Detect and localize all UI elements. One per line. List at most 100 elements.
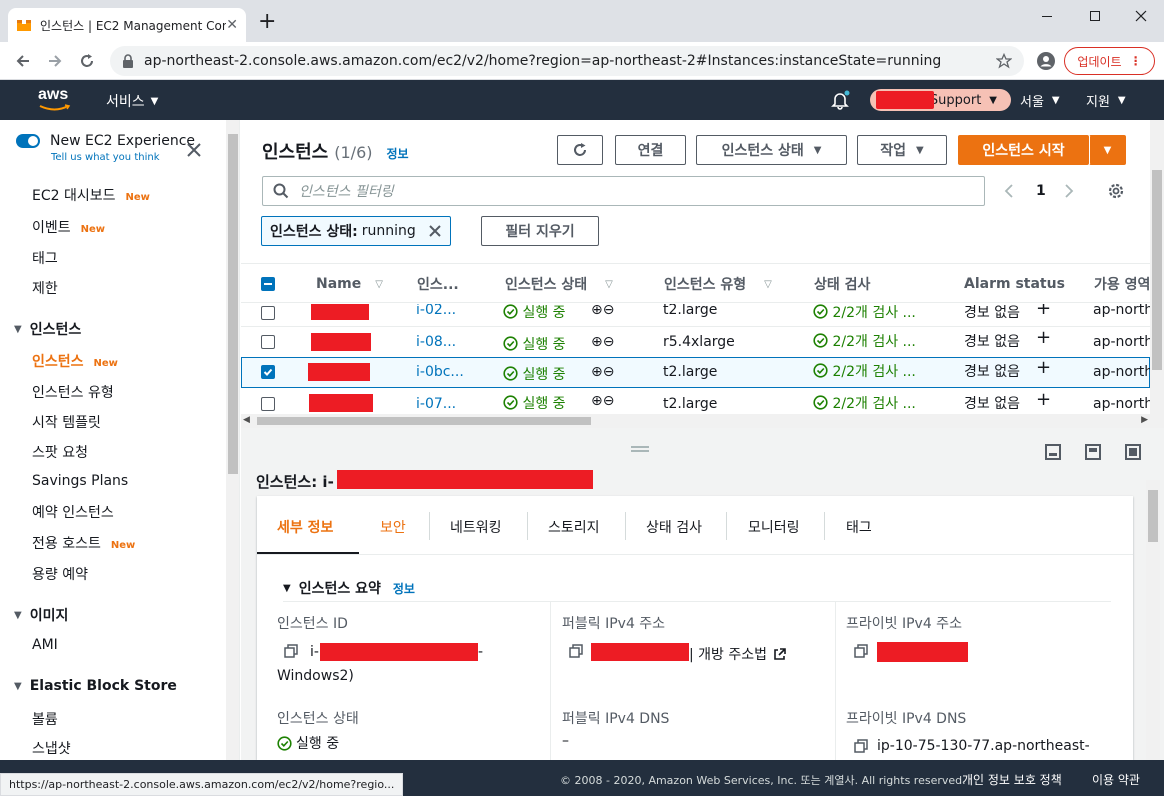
tab-details[interactable]: 세부 정보	[277, 517, 333, 537]
services-menu[interactable]: 서비스 ▼	[106, 91, 158, 111]
refresh-button[interactable]	[557, 135, 603, 165]
forward-button[interactable]	[46, 52, 64, 70]
instance-id-link[interactable]: i-0bc...	[416, 364, 464, 380]
panel-side-icon[interactable]	[1085, 444, 1101, 460]
next-page-icon[interactable]	[1064, 184, 1074, 198]
close-sidebar-icon[interactable]	[186, 142, 202, 158]
reload-button[interactable]	[78, 52, 96, 70]
add-alarm-icon[interactable]: +	[1036, 357, 1051, 378]
minimize-button[interactable]	[1032, 6, 1062, 26]
tab-close-icon[interactable]: ✕	[226, 17, 238, 33]
sidebar-group-images[interactable]: ▼ 이미지	[14, 605, 68, 625]
column-status-check[interactable]: 상태 검사	[814, 264, 870, 304]
status-check-cell[interactable]: 2/2개 검사 ...	[813, 361, 916, 381]
table-row[interactable]: i-07... 실행 중 ⊕⊖ t2.large 2/2개 검사 ... 경보 …	[241, 389, 1150, 414]
support-menu[interactable]: Support ▼	[870, 89, 1011, 111]
instance-id-link[interactable]: i-07...	[416, 396, 456, 412]
info-link[interactable]: 정보	[386, 145, 408, 162]
browser-tab[interactable]: 인스턴스 | EC2 Management Con ✕	[8, 8, 246, 42]
add-alarm-icon[interactable]: +	[1036, 327, 1051, 348]
sidebar-item-ami[interactable]: AMI	[32, 637, 58, 653]
help-menu[interactable]: 지원 ▼	[1086, 91, 1126, 110]
zoom-in-icon[interactable]: ⊕	[591, 304, 603, 318]
filter-input[interactable]: 인스턴스 필터링	[262, 176, 985, 206]
panel-full-icon[interactable]	[1125, 444, 1141, 460]
summary-section-header[interactable]: ▼ 인스턴스 요약 정보	[283, 578, 415, 598]
url-text[interactable]: ap-northeast-2.console.aws.amazon.com/ec…	[144, 53, 996, 69]
sidebar-item-spot-requests[interactable]: 스팟 요청	[32, 442, 88, 462]
zoom-icons[interactable]: ⊕⊖	[591, 393, 614, 409]
sidebar-item-limits[interactable]: 제한	[32, 278, 58, 298]
sidebar-item-instance-types[interactable]: 인스턴스 유형	[32, 382, 114, 402]
column-instance-type[interactable]: 인스턴스 유형 ▽	[664, 264, 772, 304]
table-row[interactable]: i-08... 실행 중 ⊕⊖ r5.4xlarge 2/2개 검사 ... 경…	[241, 327, 1150, 358]
info-link[interactable]: 정보	[393, 580, 415, 597]
sidebar-item-instances[interactable]: 인스턴스 New	[32, 351, 118, 371]
actions-button[interactable]: 작업 ▼	[857, 135, 947, 165]
instance-state-button[interactable]: 인스턴스 상태 ▼	[696, 135, 847, 165]
profile-avatar-icon[interactable]	[1036, 51, 1056, 71]
row-checkbox-checked[interactable]	[261, 365, 275, 379]
copy-icon[interactable]	[569, 644, 583, 658]
sidebar-item-snapshots[interactable]: 스냅샷	[32, 738, 71, 758]
sidebar-item-events[interactable]: 이벤트 New	[32, 217, 105, 237]
back-button[interactable]	[14, 52, 32, 70]
column-alarm-status[interactable]: Alarm status	[964, 264, 1065, 304]
zoom-in-icon[interactable]: ⊕	[591, 364, 603, 380]
sidebar-group-ebs[interactable]: ▼ Elastic Block Store	[14, 678, 177, 694]
launch-instance-button[interactable]: 인스턴스 시작	[958, 135, 1089, 165]
filter-chip[interactable]: 인스턴스 상태: running	[261, 216, 451, 246]
zoom-out-icon[interactable]: ⊖	[603, 304, 615, 318]
sidebar-item-launch-templates[interactable]: 시작 템플릿	[32, 412, 101, 432]
browser-update-button[interactable]: 업데이트 ⋮	[1064, 47, 1155, 75]
connect-button[interactable]: 연결	[615, 135, 686, 165]
sidebar-item-ec2-dashboard[interactable]: EC2 대시보드 New	[32, 185, 150, 205]
zoom-icons[interactable]: ⊕⊖	[591, 304, 614, 318]
copy-icon[interactable]	[284, 644, 298, 658]
detail-scrollbar[interactable]	[1146, 480, 1160, 760]
add-alarm-icon[interactable]: +	[1036, 389, 1051, 410]
region-menu[interactable]: 서울 ▼	[1020, 91, 1060, 110]
scroll-left-icon[interactable]: ◀	[243, 415, 250, 425]
status-check-cell[interactable]: 2/2개 검사 ...	[813, 393, 916, 413]
sidebar-item-tags[interactable]: 태그	[32, 248, 58, 268]
settings-gear-icon[interactable]	[1107, 182, 1125, 200]
sidebar-item-reserved-instances[interactable]: 예약 인스턴스	[32, 502, 114, 522]
table-horizontal-scrollbar[interactable]: ◀ ▶	[241, 414, 1150, 428]
terms-link[interactable]: 이용 약관	[1092, 771, 1140, 788]
table-row[interactable]: i-02... 실행 중 ⊕⊖ t2.large 2/2개 검사 ... 경보 …	[241, 304, 1150, 327]
new-tab-button[interactable]: +	[258, 11, 276, 33]
split-handle[interactable]	[631, 446, 649, 452]
zoom-icons[interactable]: ⊕⊖	[591, 364, 614, 380]
clear-filters-button[interactable]: 필터 지우기	[481, 216, 599, 246]
sidebar-item-dedicated-hosts[interactable]: 전용 호스트 New	[32, 533, 135, 553]
copy-icon[interactable]	[854, 644, 868, 658]
add-alarm-icon[interactable]: +	[1036, 304, 1051, 319]
sidebar-group-instances[interactable]: ▼ 인스턴스	[14, 319, 81, 339]
feedback-link[interactable]: Tell us what you think	[51, 152, 160, 163]
sidebar-item-volumes[interactable]: 볼륨	[32, 709, 58, 729]
column-instance-id[interactable]: 인스...	[417, 264, 459, 304]
bookmark-star-icon[interactable]	[996, 53, 1012, 69]
open-address-link[interactable]: | 개방 주소법	[689, 644, 786, 664]
row-checkbox[interactable]	[261, 335, 275, 349]
launch-dropdown-button[interactable]: ▼	[1089, 135, 1126, 165]
status-check-cell[interactable]: 2/2개 검사 ...	[813, 331, 916, 351]
sidebar-item-capacity-reservations[interactable]: 용량 예약	[32, 564, 88, 584]
copy-icon[interactable]	[854, 739, 868, 753]
page-number[interactable]: 1	[1036, 183, 1046, 199]
zoom-out-icon[interactable]: ⊖	[603, 393, 615, 409]
maximize-button[interactable]	[1080, 6, 1110, 26]
row-checkbox[interactable]	[261, 306, 275, 320]
zoom-icons[interactable]: ⊕⊖	[591, 334, 614, 350]
aws-logo[interactable]: aws	[38, 86, 74, 114]
omnibox[interactable]: ap-northeast-2.console.aws.amazon.com/ec…	[110, 46, 1024, 76]
scroll-right-icon[interactable]: ▶	[1141, 415, 1148, 425]
privacy-link[interactable]: 개인 정보 보호 정책	[962, 771, 1062, 788]
column-instance-state[interactable]: 인스턴스 상태 ▽	[505, 264, 613, 304]
tab-tags[interactable]: 태그	[846, 517, 872, 537]
tab-monitoring[interactable]: 모니터링	[748, 517, 800, 537]
sidebar-scrollbar[interactable]	[226, 120, 239, 760]
status-check-cell[interactable]: 2/2개 검사 ...	[813, 304, 916, 322]
table-row-selected[interactable]: i-0bc... 실행 중 ⊕⊖ t2.large 2/2개 검사 ... 경보…	[241, 357, 1150, 388]
